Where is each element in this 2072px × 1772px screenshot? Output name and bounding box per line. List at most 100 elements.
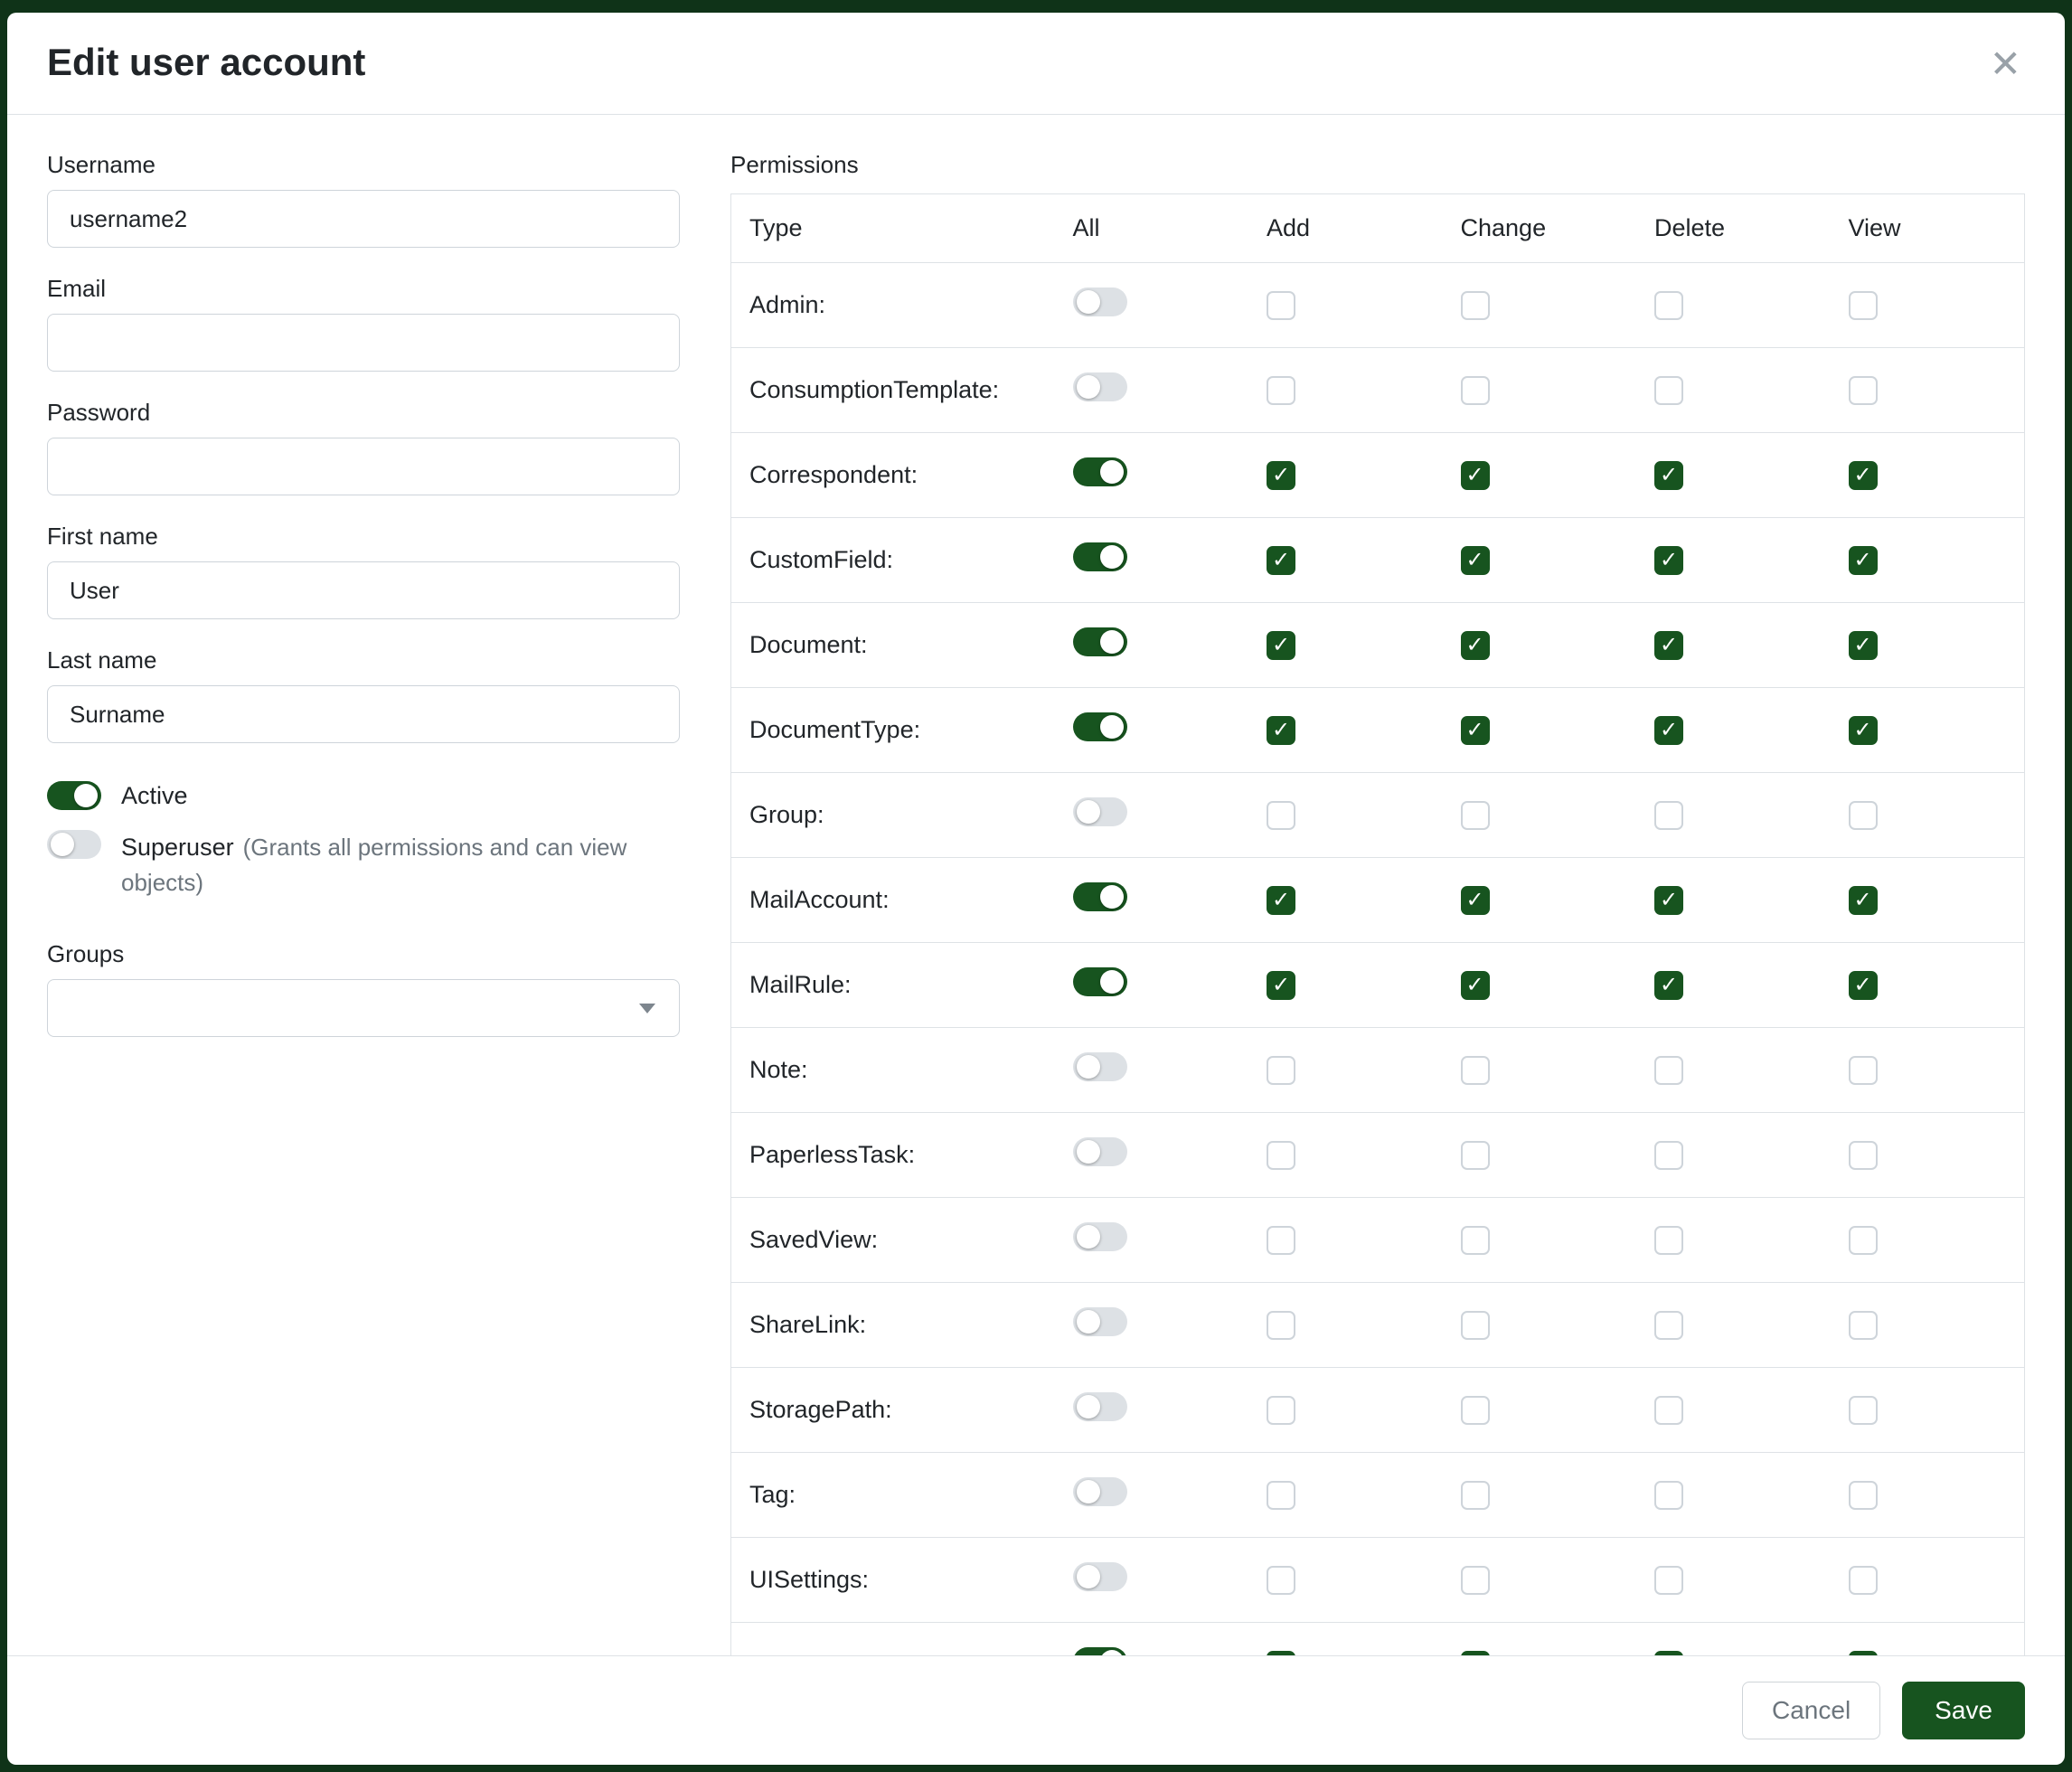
perm-change-checkbox[interactable] <box>1461 546 1490 575</box>
perm-delete-checkbox[interactable] <box>1654 631 1683 660</box>
perm-change-checkbox[interactable] <box>1461 971 1490 1000</box>
perm-delete-checkbox[interactable] <box>1654 376 1683 405</box>
perm-all-toggle[interactable] <box>1073 1222 1127 1251</box>
perm-add-checkbox[interactable] <box>1267 1651 1295 1655</box>
active-toggle[interactable] <box>47 781 101 810</box>
first-name-input[interactable] <box>47 561 680 619</box>
perm-change-checkbox[interactable] <box>1461 1226 1490 1255</box>
perm-delete-checkbox[interactable] <box>1654 1651 1683 1655</box>
perm-add-checkbox[interactable] <box>1267 1311 1295 1340</box>
perm-delete-checkbox[interactable] <box>1654 716 1683 745</box>
perm-change-checkbox[interactable] <box>1461 801 1490 830</box>
close-icon[interactable]: ✕ <box>1986 40 2025 89</box>
perm-change-checkbox[interactable] <box>1461 1651 1490 1655</box>
perm-add-checkbox[interactable] <box>1267 376 1295 405</box>
perm-add-checkbox[interactable] <box>1267 716 1295 745</box>
perm-all-toggle[interactable] <box>1073 882 1127 911</box>
perm-all-toggle[interactable] <box>1073 457 1127 486</box>
perm-add-checkbox[interactable] <box>1267 801 1295 830</box>
groups-select[interactable] <box>47 979 680 1037</box>
perm-view-checkbox[interactable] <box>1849 291 1878 320</box>
perm-change-checkbox[interactable] <box>1461 1141 1490 1170</box>
perm-change-checkbox[interactable] <box>1461 1056 1490 1085</box>
perm-change-checkbox[interactable] <box>1461 1481 1490 1510</box>
perm-view-checkbox[interactable] <box>1849 886 1878 915</box>
username-label: Username <box>47 151 680 179</box>
username-input[interactable] <box>47 190 680 248</box>
password-input[interactable] <box>47 438 680 495</box>
perm-add-checkbox[interactable] <box>1267 1226 1295 1255</box>
perm-view-checkbox[interactable] <box>1849 1481 1878 1510</box>
perm-delete-checkbox[interactable] <box>1654 1226 1683 1255</box>
perm-delete-checkbox[interactable] <box>1654 461 1683 490</box>
perm-add-checkbox[interactable] <box>1267 291 1295 320</box>
permission-row: MailRule: <box>731 943 2024 1028</box>
perm-delete-checkbox[interactable] <box>1654 546 1683 575</box>
perm-all-toggle[interactable] <box>1073 1307 1127 1336</box>
perm-delete-checkbox[interactable] <box>1654 1396 1683 1425</box>
last-name-input[interactable] <box>47 685 680 743</box>
perm-view-checkbox[interactable] <box>1849 1226 1878 1255</box>
perm-all-toggle[interactable] <box>1073 967 1127 996</box>
perm-delete-checkbox[interactable] <box>1654 886 1683 915</box>
perm-add-checkbox[interactable] <box>1267 1141 1295 1170</box>
perm-all-toggle[interactable] <box>1073 712 1127 741</box>
perm-view-checkbox[interactable] <box>1849 801 1878 830</box>
perm-view-checkbox[interactable] <box>1849 631 1878 660</box>
perm-view-checkbox[interactable] <box>1849 1396 1878 1425</box>
perm-all-toggle[interactable] <box>1073 1562 1127 1591</box>
perm-add-checkbox[interactable] <box>1267 1396 1295 1425</box>
perm-view-checkbox[interactable] <box>1849 716 1878 745</box>
perm-all-toggle[interactable] <box>1073 1052 1127 1081</box>
save-button[interactable]: Save <box>1902 1682 2025 1739</box>
perm-view-checkbox[interactable] <box>1849 376 1878 405</box>
perm-all-toggle[interactable] <box>1073 372 1127 401</box>
perm-all-toggle[interactable] <box>1073 1392 1127 1421</box>
perm-add-checkbox[interactable] <box>1267 631 1295 660</box>
perm-view-checkbox[interactable] <box>1849 1141 1878 1170</box>
perm-change-checkbox[interactable] <box>1461 461 1490 490</box>
perm-delete-checkbox[interactable] <box>1654 291 1683 320</box>
cancel-button[interactable]: Cancel <box>1742 1682 1880 1739</box>
superuser-toggle[interactable] <box>47 830 101 859</box>
perm-add-checkbox[interactable] <box>1267 1481 1295 1510</box>
perm-all-toggle[interactable] <box>1073 1477 1127 1506</box>
perm-all-toggle[interactable] <box>1073 542 1127 571</box>
perm-add-checkbox[interactable] <box>1267 971 1295 1000</box>
perm-delete-checkbox[interactable] <box>1654 1311 1683 1340</box>
perm-all-toggle[interactable] <box>1073 627 1127 656</box>
perm-add-checkbox[interactable] <box>1267 1566 1295 1595</box>
perm-view-checkbox[interactable] <box>1849 546 1878 575</box>
email-input[interactable] <box>47 314 680 372</box>
superuser-text: Superuser(Grants all permissions and can… <box>121 830 645 900</box>
perm-add-checkbox[interactable] <box>1267 886 1295 915</box>
perm-delete-checkbox[interactable] <box>1654 1056 1683 1085</box>
perm-change-checkbox[interactable] <box>1461 1311 1490 1340</box>
perm-view-checkbox[interactable] <box>1849 1311 1878 1340</box>
perm-delete-checkbox[interactable] <box>1654 801 1683 830</box>
perm-delete-checkbox[interactable] <box>1654 971 1683 1000</box>
perm-delete-checkbox[interactable] <box>1654 1141 1683 1170</box>
perm-add-checkbox[interactable] <box>1267 461 1295 490</box>
perm-view-checkbox[interactable] <box>1849 461 1878 490</box>
perm-delete-checkbox[interactable] <box>1654 1566 1683 1595</box>
perm-change-checkbox[interactable] <box>1461 716 1490 745</box>
perm-change-checkbox[interactable] <box>1461 291 1490 320</box>
perm-view-checkbox[interactable] <box>1849 1651 1878 1655</box>
perm-add-checkbox[interactable] <box>1267 546 1295 575</box>
perm-view-checkbox[interactable] <box>1849 1566 1878 1595</box>
perm-add-checkbox[interactable] <box>1267 1056 1295 1085</box>
perm-change-checkbox[interactable] <box>1461 631 1490 660</box>
perm-all-toggle[interactable] <box>1073 1647 1127 1655</box>
perm-change-checkbox[interactable] <box>1461 376 1490 405</box>
perm-change-checkbox[interactable] <box>1461 1396 1490 1425</box>
perm-view-checkbox[interactable] <box>1849 971 1878 1000</box>
perm-all-toggle[interactable] <box>1073 797 1127 826</box>
perm-all-toggle[interactable] <box>1073 287 1127 316</box>
perm-all-toggle[interactable] <box>1073 1137 1127 1166</box>
perm-change-checkbox[interactable] <box>1461 1566 1490 1595</box>
perm-change-checkbox[interactable] <box>1461 886 1490 915</box>
perm-view-checkbox[interactable] <box>1849 1056 1878 1085</box>
perm-delete-checkbox[interactable] <box>1654 1481 1683 1510</box>
toggle-knob <box>1077 1055 1100 1079</box>
